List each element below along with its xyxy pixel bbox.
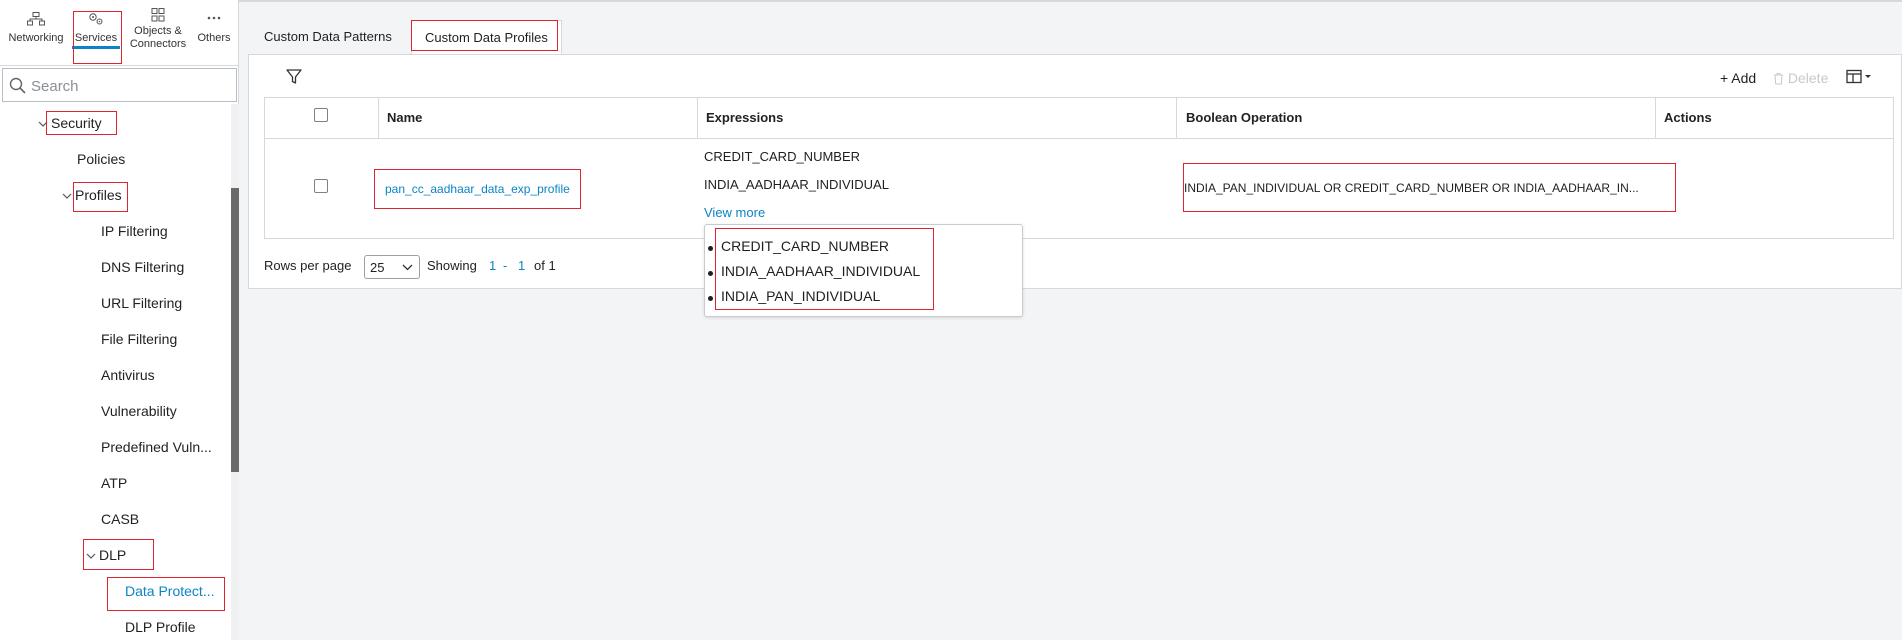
nav-tab-others-label: Others xyxy=(197,32,231,44)
nav-tab-networking-label: Networking xyxy=(8,32,64,44)
profile-name-link[interactable]: pan_cc_aadhaar_data_exp_profile xyxy=(385,182,570,196)
search-icon xyxy=(9,77,26,94)
navigation-tree: Security Policies Profiles IP Filtering … xyxy=(0,104,231,640)
nav-tab-objects-connectors[interactable]: Objects & Connectors xyxy=(128,2,188,51)
boolean-operation-text: INDIA_PAN_INDIVIDUAL OR CREDIT_CARD_NUMB… xyxy=(1184,181,1639,195)
search-input[interactable] xyxy=(31,75,226,97)
profiles-table: Name Expressions Boolean Operation Actio… xyxy=(264,97,1894,239)
bullet xyxy=(708,296,713,301)
tree-item-dlp-label: DLP xyxy=(99,547,127,563)
top-divider xyxy=(239,0,1902,2)
add-button[interactable]: + Add xyxy=(1720,70,1756,86)
popover-item: INDIA_PAN_INDIVIDUAL xyxy=(721,288,881,304)
bullet xyxy=(708,271,713,276)
column-header-actions[interactable]: Actions xyxy=(1664,110,1712,125)
showing-label: Showing xyxy=(427,258,477,273)
tree-item-security[interactable]: Security xyxy=(38,115,102,131)
expressions-popover: CREDIT_CARD_NUMBER INDIA_AADHAAR_INDIVID… xyxy=(704,224,1023,317)
tree-item-profiles-label: Profiles xyxy=(75,187,122,203)
select-all-checkbox[interactable] xyxy=(314,108,328,122)
tree-item-profiles[interactable]: Profiles xyxy=(62,187,122,203)
tab-custom-data-profiles[interactable]: Custom Data Profiles xyxy=(411,20,562,54)
network-icon xyxy=(27,12,45,26)
column-header-boolean-operation[interactable]: Boolean Operation xyxy=(1186,110,1302,125)
nav-tab-networking[interactable]: Networking xyxy=(6,6,66,45)
tree-item-url-filtering[interactable]: URL Filtering xyxy=(101,295,182,311)
search-box xyxy=(2,68,237,102)
objects-icon xyxy=(151,8,165,22)
delete-button-label: Delete xyxy=(1787,70,1829,86)
tree-item-file-filtering[interactable]: File Filtering xyxy=(101,331,177,347)
expression-item: INDIA_AADHAAR_INDIVIDUAL xyxy=(704,177,889,192)
nav-tab-objects-label-1: Objects & xyxy=(134,25,182,37)
view-more-link[interactable]: View more xyxy=(704,205,765,220)
column-header-expressions[interactable]: Expressions xyxy=(706,110,783,125)
rows-per-page-value: 25 xyxy=(370,260,385,275)
column-header-name[interactable]: Name xyxy=(387,110,422,125)
chevron-down-icon xyxy=(62,193,72,200)
tree-item-predefined-vuln[interactable]: Predefined Vuln... xyxy=(101,439,212,455)
column-divider xyxy=(1176,98,1177,138)
tree-item-vulnerability[interactable]: Vulnerability xyxy=(101,403,177,419)
trash-icon xyxy=(1774,73,1783,85)
popover-item: INDIA_AADHAAR_INDIVIDUAL xyxy=(721,263,921,279)
row-checkbox[interactable] xyxy=(314,179,328,193)
tree-item-security-label: Security xyxy=(51,115,102,131)
popover-item: CREDIT_CARD_NUMBER xyxy=(721,238,890,254)
filter-icon[interactable] xyxy=(285,68,303,86)
column-divider xyxy=(697,98,698,138)
bullet xyxy=(708,246,713,251)
tree-item-antivirus[interactable]: Antivirus xyxy=(101,367,155,383)
tree-item-dlp[interactable]: DLP xyxy=(86,547,126,563)
nav-tab-objects-label-2: Connectors xyxy=(129,38,187,50)
expression-item: CREDIT_CARD_NUMBER xyxy=(704,149,861,164)
nav-tab-bar: Networking Services Objects & Connectors xyxy=(0,0,239,66)
tree-item-dlp-profile[interactable]: DLP Profile xyxy=(125,619,196,635)
chevron-down-icon xyxy=(86,553,96,560)
tree-item-data-protection[interactable]: Data Protect... xyxy=(125,583,214,599)
rows-per-page-label: Rows per page xyxy=(264,258,352,273)
tree-item-casb[interactable]: CASB xyxy=(101,511,139,527)
column-divider xyxy=(378,98,379,138)
tree-scrollbar-thumb[interactable] xyxy=(231,188,239,472)
services-icon xyxy=(89,13,103,25)
nav-tab-services-label: Services xyxy=(74,32,118,44)
total-count-label: of 1 xyxy=(534,258,556,273)
left-navigation: Networking Services Objects & Connectors xyxy=(0,0,239,640)
delete-button[interactable]: Delete xyxy=(1773,70,1828,86)
range-end: 1 xyxy=(518,258,526,273)
tree-item-dns-filtering[interactable]: DNS Filtering xyxy=(101,259,184,275)
chevron-down-icon xyxy=(38,121,48,128)
range-start: 1 xyxy=(489,258,497,273)
tree-item-ip-filtering[interactable]: IP Filtering xyxy=(101,223,168,239)
nav-tab-others[interactable]: Others xyxy=(192,6,236,45)
rows-per-page-select[interactable]: 25 xyxy=(364,255,420,279)
more-icon xyxy=(207,16,221,20)
tree-item-atp[interactable]: ATP xyxy=(101,475,127,491)
column-settings-icon[interactable] xyxy=(1846,69,1874,85)
tab-custom-data-patterns[interactable]: Custom Data Patterns xyxy=(264,20,392,54)
nav-tab-services[interactable]: Services xyxy=(72,6,120,49)
header-divider xyxy=(265,138,1893,139)
range-separator: - xyxy=(503,258,508,273)
column-divider xyxy=(1655,98,1656,138)
tree-item-policies[interactable]: Policies xyxy=(77,151,125,167)
chevron-down-icon xyxy=(402,264,413,271)
